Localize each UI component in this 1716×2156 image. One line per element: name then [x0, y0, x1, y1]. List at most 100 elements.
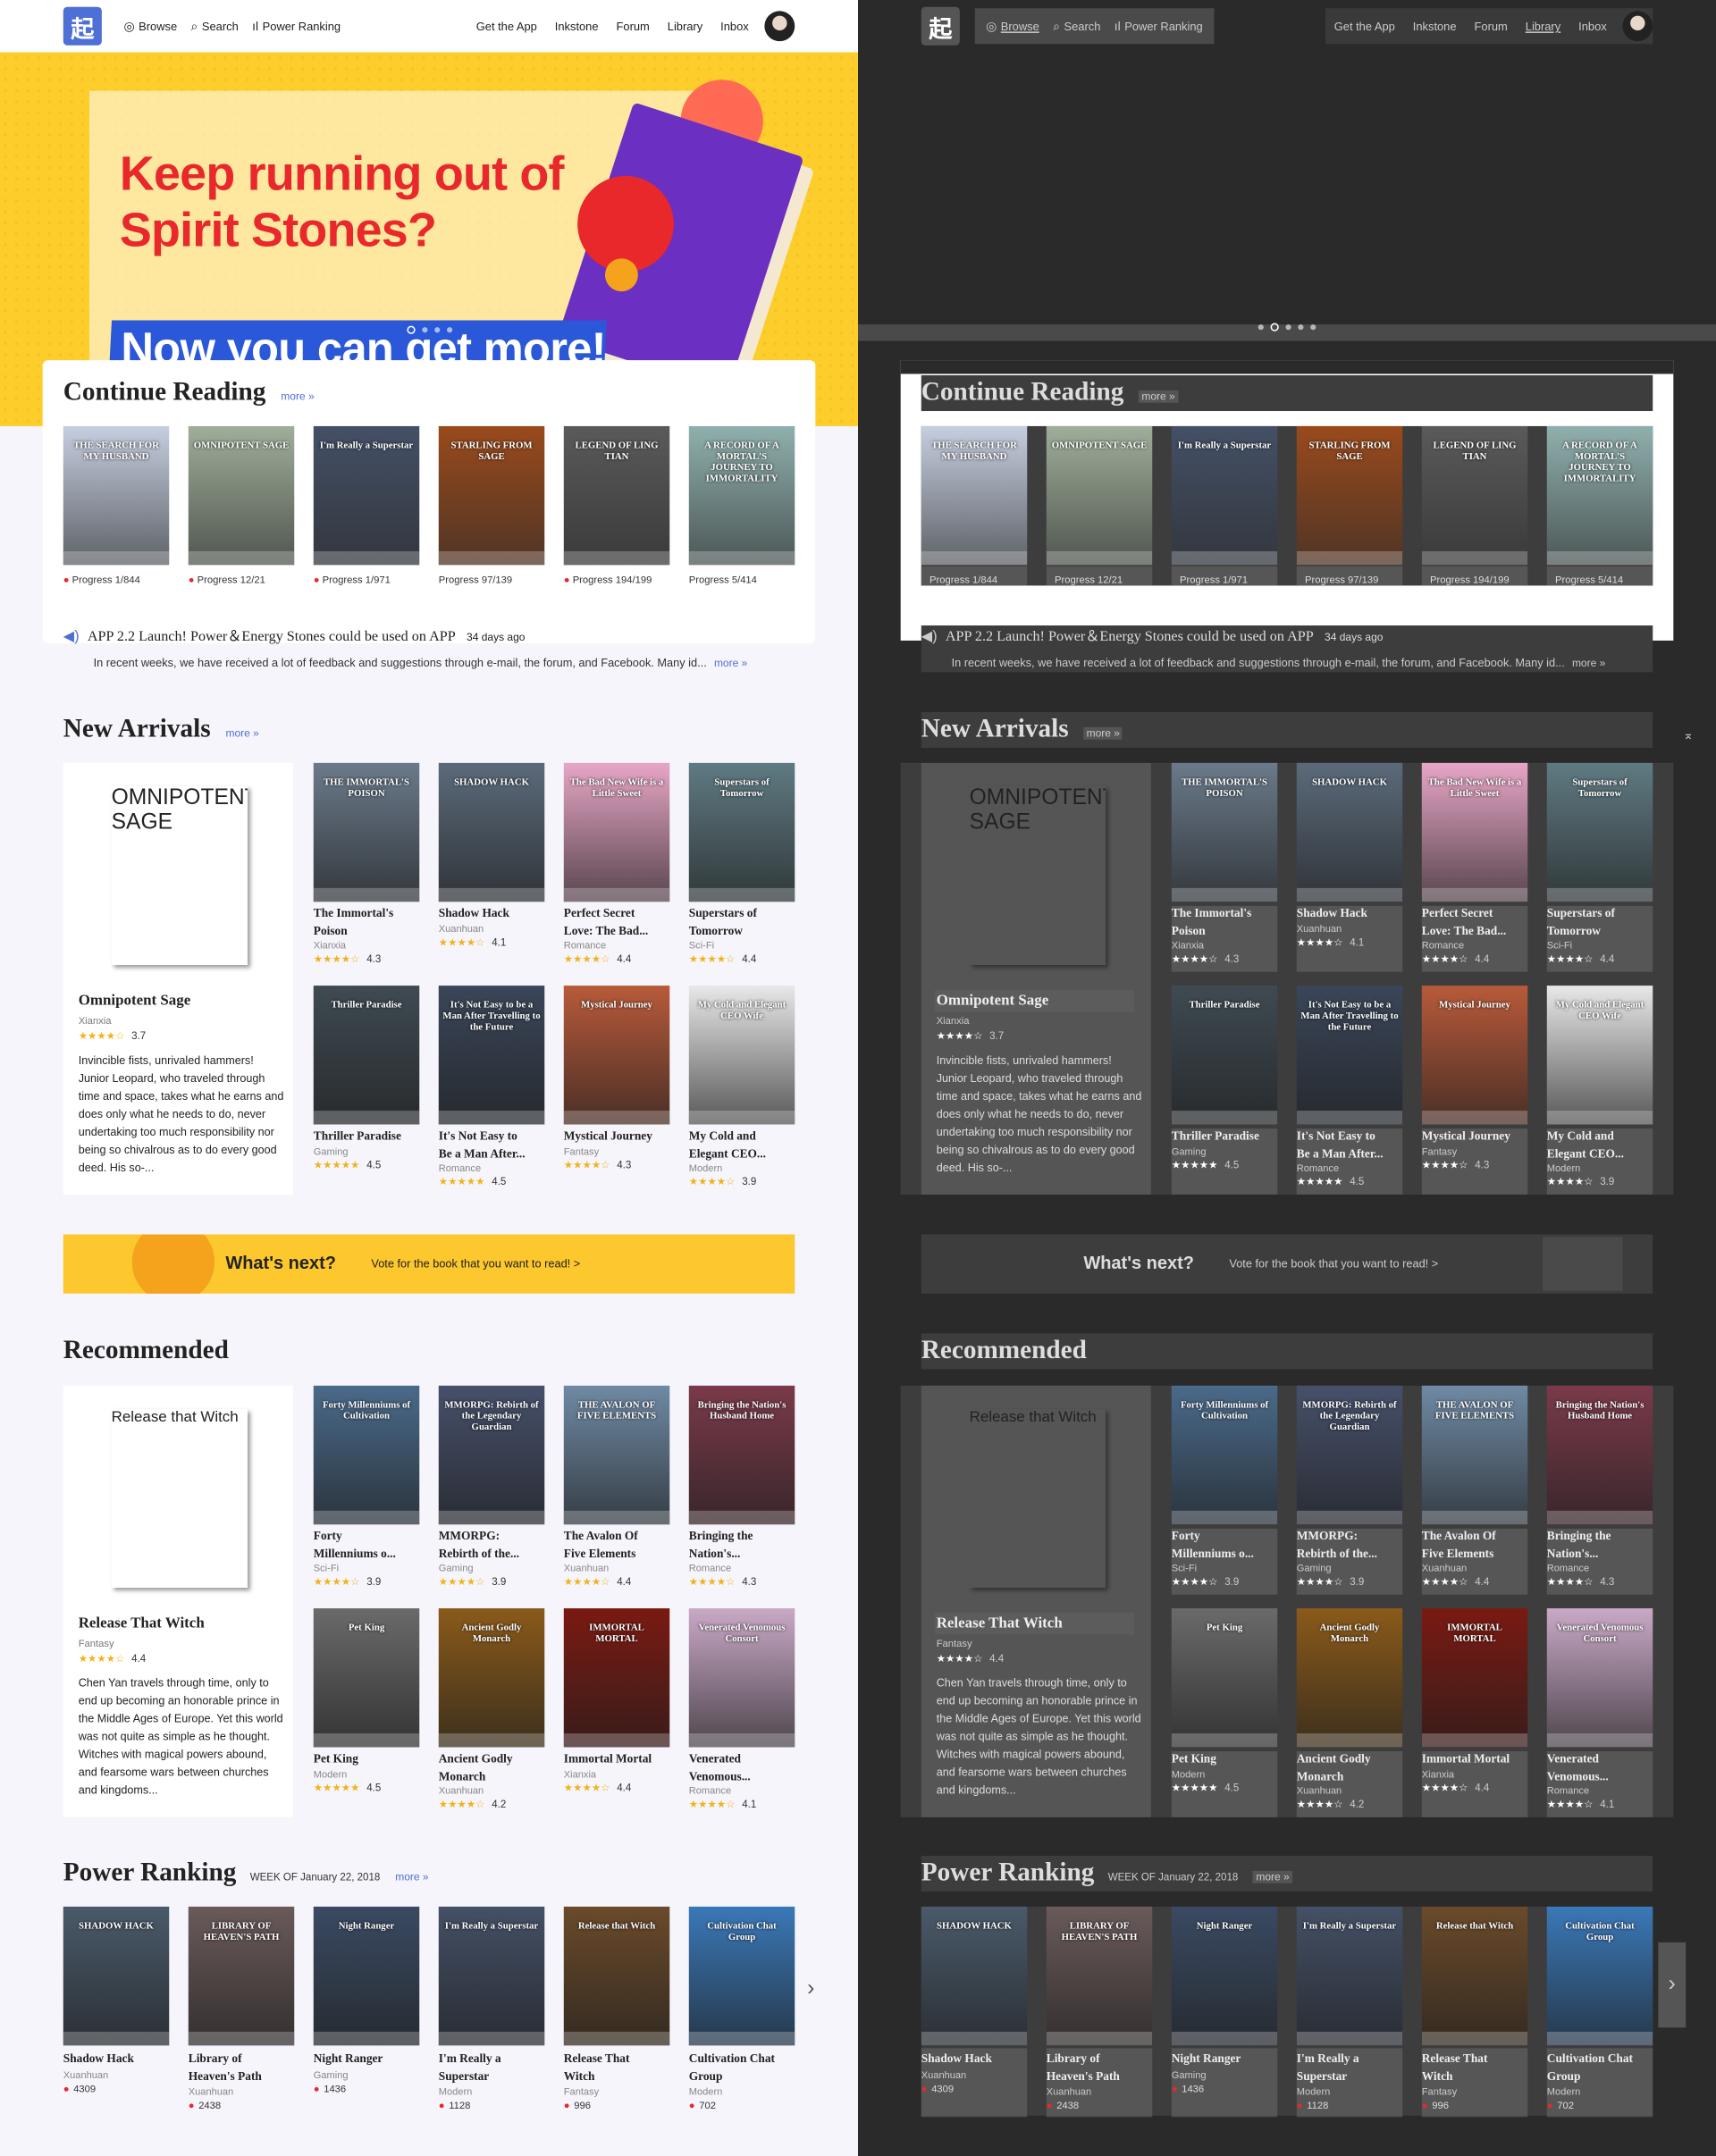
book-title[interactable]: The Avalon Of Five Elements	[1422, 1527, 1527, 1561]
featured-book-card[interactable]: Release that Witch Release That Witch Fa…	[63, 1385, 293, 1817]
book-title[interactable]: MMORPG: Rebirth of the...	[1297, 1527, 1402, 1561]
more-link[interactable]: more »	[395, 1871, 428, 1883]
featured-cover[interactable]: Release that Witch	[112, 1409, 248, 1588]
book-cover[interactable]: LEGEND OF LING TIAN	[1421, 425, 1528, 566]
book-title[interactable]: Night Ranger	[314, 2050, 419, 2067]
book-cover[interactable]: Night Ranger	[313, 1906, 420, 2046]
carousel-dot[interactable]	[421, 327, 427, 333]
announcement-more-link[interactable]: more »	[1572, 657, 1605, 669]
announcement-title[interactable]: APP 2.2 Launch! Power＆Energy Stones coul…	[946, 630, 1314, 645]
book-cover[interactable]: It's Not Easy to be a Man After Travelli…	[1296, 986, 1403, 1125]
announcement-more-link[interactable]: more »	[714, 657, 747, 669]
book-cover[interactable]: SHADOW HACK	[63, 1906, 170, 2046]
book-cover[interactable]: STARLING FROM SAGE	[1296, 425, 1403, 566]
whats-next-banner[interactable]: What's next? Vote for the book that you …	[921, 1234, 1653, 1294]
forum-link[interactable]: Forum	[608, 11, 659, 41]
book-cover[interactable]: I'm Really a Superstar	[313, 425, 420, 566]
book-cover[interactable]: It's Not Easy to be a Man After Travelli…	[438, 986, 545, 1125]
book-cover[interactable]: IMMORTAL MORTAL	[1421, 1608, 1528, 1748]
site-logo[interactable]: 起	[63, 6, 102, 46]
book-title[interactable]: Pet King	[314, 1750, 419, 1767]
book-title[interactable]: I'm Really a Superstar	[1297, 2050, 1402, 2084]
vote-link[interactable]: Vote for the book that you want to read!…	[371, 1256, 580, 1270]
book-title[interactable]: Thriller Paradise	[1172, 1128, 1277, 1145]
book-title[interactable]: Bringing the Nation's...	[1547, 1527, 1653, 1561]
book-title[interactable]: Library of Heaven's Path	[189, 2050, 294, 2084]
book-cover[interactable]: IMMORTAL MORTAL	[563, 1608, 670, 1748]
featured-book-card[interactable]: OMNIPOTENT SAGE Omnipotent Sage Xianxia …	[63, 762, 293, 1195]
book-title[interactable]: Cultivation Chat Group	[689, 2050, 795, 2084]
book-cover[interactable]: MMORPG: Rebirth of the Legendary Guardia…	[438, 1385, 545, 1525]
book-cover[interactable]: Pet King	[1171, 1608, 1278, 1748]
book-cover[interactable]: Cultivation Chat Group	[688, 1906, 795, 2046]
book-cover[interactable]: The Bad New Wife is a Little Sweet	[1421, 762, 1528, 902]
book-cover[interactable]: Mystical Journey	[563, 986, 670, 1125]
carousel-dot[interactable]	[1285, 324, 1291, 331]
book-title[interactable]: Shadow Hack	[63, 2050, 169, 2067]
book-cover[interactable]: OMNIPOTENT SAGE	[188, 425, 295, 566]
inbox-link[interactable]: Inbox	[711, 11, 758, 41]
search-link[interactable]: ⌕ Search	[184, 11, 246, 41]
whats-next-banner[interactable]: What's next? Vote for the book that you …	[63, 1234, 795, 1294]
book-title[interactable]: My Cold and Elegant CEO...	[1547, 1128, 1653, 1162]
book-title[interactable]: Thriller Paradise	[314, 1128, 419, 1145]
carousel-dot[interactable]	[1298, 324, 1304, 331]
book-title[interactable]: It's Not Easy to Be a Man After...	[1297, 1128, 1402, 1162]
book-title[interactable]: Immortal Mortal	[1422, 1750, 1527, 1767]
book-title[interactable]: Release That Witch	[1422, 2050, 1527, 2084]
book-title[interactable]: Mystical Journey	[1422, 1128, 1527, 1145]
more-link[interactable]: more »	[1253, 1870, 1292, 1883]
featured-book-card[interactable]: Release that Witch Release That Witch Fa…	[921, 1385, 1151, 1817]
scroll-top-icon[interactable]: ⌅	[1683, 728, 1694, 743]
book-title[interactable]: Perfect Secret Love: The Bad...	[564, 904, 669, 938]
book-title[interactable]: I'm Really a Superstar	[439, 2050, 544, 2084]
book-title[interactable]: Cultivation Chat Group	[1547, 2050, 1653, 2084]
book-title[interactable]: The Avalon Of Five Elements	[564, 1527, 669, 1561]
book-cover[interactable]: My Cold and Elegant CEO Wife	[1546, 986, 1653, 1125]
book-cover[interactable]: I'm Really a Superstar	[438, 1906, 545, 2046]
book-cover[interactable]: Ancient Godly Monarch	[438, 1608, 545, 1748]
book-title[interactable]: Shadow Hack	[921, 2050, 1027, 2067]
carousel-dots[interactable]	[0, 325, 858, 334]
book-cover[interactable]: Thriller Paradise	[1171, 986, 1278, 1125]
book-title[interactable]: Ancient Godly Monarch	[439, 1750, 544, 1784]
power-ranking-link[interactable]: ıl Power Ranking	[1107, 11, 1209, 41]
book-cover[interactable]: SHADOW HACK	[1296, 762, 1403, 902]
book-cover[interactable]: STARLING FROM SAGE	[438, 425, 545, 566]
book-cover[interactable]: Superstars of Tomorrow	[688, 762, 795, 902]
carousel-dot[interactable]	[1310, 324, 1316, 331]
book-cover[interactable]: The Bad New Wife is a Little Sweet	[563, 762, 670, 902]
featured-cover[interactable]: OMNIPOTENT SAGE	[112, 786, 248, 965]
site-logo[interactable]: 起	[921, 6, 960, 46]
carousel-dot[interactable]	[1270, 323, 1279, 331]
announcement-title[interactable]: APP 2.2 Launch! Power＆Energy Stones coul…	[88, 630, 456, 645]
book-cover[interactable]: Ancient Godly Monarch	[1296, 1608, 1403, 1748]
more-link[interactable]: more »	[226, 727, 259, 740]
book-title[interactable]: MMORPG: Rebirth of the...	[439, 1527, 544, 1561]
announcement[interactable]: ◀) APP 2.2 Launch! Power＆Energy Stones co…	[63, 625, 792, 669]
carousel-dots[interactable]	[858, 323, 1716, 331]
book-title[interactable]: My Cold and Elegant CEO...	[689, 1128, 795, 1162]
book-cover[interactable]: Forty Millenniums of Cultivation	[1171, 1385, 1278, 1525]
book-cover[interactable]: SHADOW HACK	[921, 1906, 1028, 2046]
book-cover[interactable]: Release that Witch	[563, 1906, 670, 2046]
more-link[interactable]: more »	[1083, 726, 1123, 740]
book-title[interactable]: Immortal Mortal	[564, 1750, 669, 1767]
book-title[interactable]: Shadow Hack	[1297, 904, 1402, 921]
book-title[interactable]: Ancient Godly Monarch	[1297, 1750, 1402, 1784]
chevron-right-icon[interactable]: ›	[807, 1976, 814, 2001]
announcement[interactable]: ◀) APP 2.2 Launch! Power＆Energy Stones co…	[921, 625, 1650, 669]
book-cover[interactable]: THE IMMORTAL'S POISON	[1171, 762, 1278, 902]
book-cover[interactable]: Forty Millenniums of Cultivation	[313, 1385, 420, 1525]
book-cover[interactable]: Venerated Venomous Consort	[688, 1608, 795, 1748]
book-cover[interactable]: LEGEND OF LING TIAN	[563, 425, 670, 566]
featured-title[interactable]: Release That Witch	[937, 1615, 1063, 1632]
browse-link[interactable]: ◎ Browse	[117, 11, 184, 41]
book-cover[interactable]: LIBRARY OF HEAVEN'S PATH	[188, 1906, 295, 2046]
carousel-dot[interactable]	[446, 327, 452, 333]
inkstone-link[interactable]: Inkstone	[546, 11, 608, 41]
book-title[interactable]: Superstars of Tomorrow	[1547, 904, 1653, 938]
book-title[interactable]: Release That Witch	[564, 2050, 669, 2084]
featured-cover[interactable]: OMNIPOTENT SAGE	[970, 786, 1106, 965]
book-title[interactable]: The Immortal's Poison	[1172, 904, 1277, 938]
